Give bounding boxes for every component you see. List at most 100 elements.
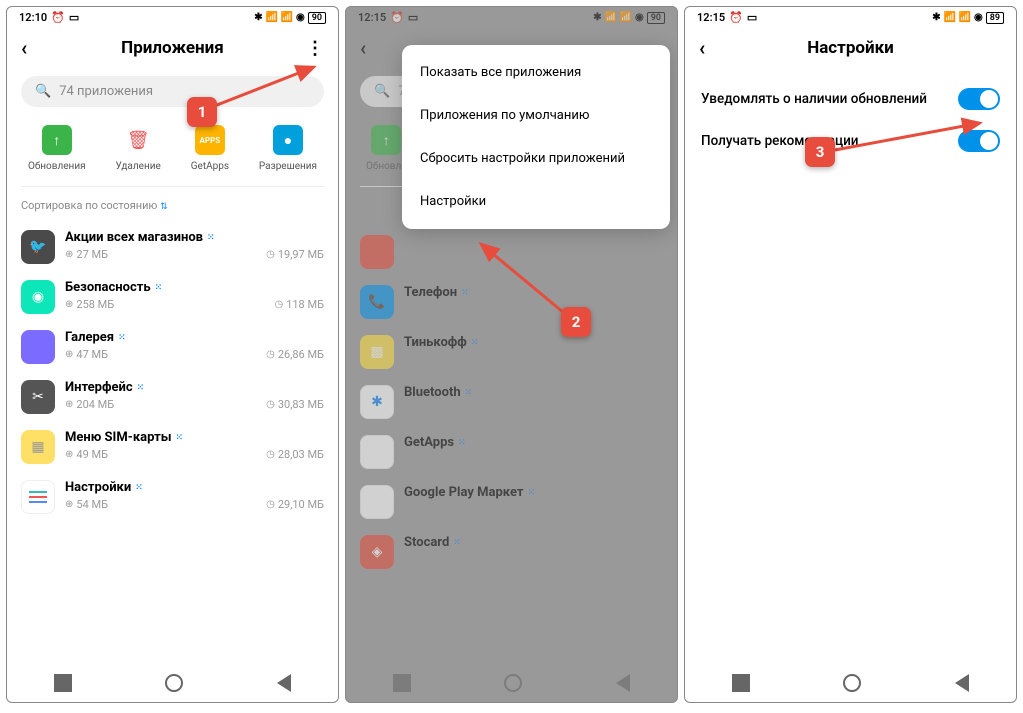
clock-icon: ◷: [605, 504, 614, 515]
status-time: 12:15: [697, 11, 725, 24]
back-button[interactable]: ‹: [21, 36, 49, 60]
app-icon: ▦: [21, 430, 55, 464]
clock-icon: ◷: [266, 349, 275, 360]
app-icon: ◈: [360, 435, 394, 469]
clock-icon: ◷: [613, 554, 622, 565]
popup-menu: Показать все приложения Приложения по ум…: [402, 45, 670, 229]
app-row[interactable]: ▶ Google Play Маркет⁙ ⊕96 МБ◷97,09 МБ: [360, 477, 663, 527]
app-list: 📞 Телефон⁙ ⊕39 МБ◷08 МБ ▩ Тинькофф⁙ ⊕109…: [346, 227, 677, 577]
sort-button[interactable]: Сортировка по состоянию ⇅: [7, 197, 338, 222]
toggle-recommendations[interactable]: [958, 130, 1000, 152]
window-icon: ▭: [408, 11, 418, 24]
search-input[interactable]: 🔍 74 приложения: [21, 76, 324, 107]
nav-back[interactable]: [955, 674, 969, 692]
app-row[interactable]: ▦ Меню SIM-карты⁙ ⊕49 МБ◷28,03 МБ: [21, 422, 324, 472]
alarm-icon: ⏰: [51, 11, 65, 24]
battery-indicator: 90: [308, 12, 326, 24]
memory-icon: ⊕: [65, 299, 73, 310]
bluetooth-icon: ✱: [932, 12, 940, 23]
app-row[interactable]: ✂ Интерфейс⁙ ⊕204 МБ◷30,83 МБ: [21, 372, 324, 422]
app-row[interactable]: ✱ Bluetooth⁙ ⊕18 МБ◷28,32 МБ: [360, 377, 663, 427]
memory-icon: ⊕: [404, 404, 412, 415]
popup-reset-prefs[interactable]: Сбросить настройки приложений: [402, 137, 670, 180]
toggle-notify-updates[interactable]: [958, 88, 1000, 110]
app-row[interactable]: 📞 Телефон⁙ ⊕39 МБ◷08 МБ: [360, 277, 663, 327]
action-delete[interactable]: 🗑 Удаление: [116, 125, 161, 172]
popup-show-all[interactable]: Показать все приложения: [402, 51, 670, 94]
loading-icon: ⁙: [528, 488, 536, 498]
loading-icon: ⁙: [176, 433, 184, 443]
nav-home[interactable]: [165, 674, 183, 692]
app-icon: 🐦: [21, 230, 55, 264]
memory-icon: ⊕: [65, 249, 73, 260]
app-row[interactable]: Галерея⁙ ⊕47 МБ◷26,86 МБ: [21, 322, 324, 372]
battery-indicator: 89: [986, 12, 1004, 24]
alarm-icon: ⏰: [390, 11, 404, 24]
memory-icon: ⊕: [65, 499, 73, 510]
app-icon: [21, 330, 55, 364]
page-title: Настройки: [727, 38, 974, 58]
app-icon: [360, 235, 394, 269]
update-icon: ↑: [42, 125, 72, 155]
action-row: ↑ Обновления 🗑 Удаление APPS GetApps ● Р…: [7, 117, 338, 186]
back-button[interactable]: ‹: [360, 36, 388, 60]
permissions-icon: ●: [273, 125, 303, 155]
memory-icon: ⊕: [65, 399, 73, 410]
popup-settings[interactable]: Настройки: [402, 180, 670, 223]
window-icon: ▭: [69, 11, 79, 24]
screen-2-popup: 12:15 ⏰ ▭ ✱ 📶 📶 ◉ 90 ‹ 🔍 74 пр ↑ Обновле: [345, 6, 678, 703]
nav-recent[interactable]: [54, 674, 72, 692]
app-row[interactable]: ◈ GetApps⁙ ⊕107 МБ◷184 МБ: [360, 427, 663, 477]
alarm-icon: ⏰: [729, 11, 743, 24]
back-button[interactable]: ‹: [699, 36, 727, 60]
settings-list: Уведомлять о наличии обновлений Получать…: [685, 66, 1016, 174]
loading-icon: ⁙: [471, 338, 479, 348]
loading-icon: ⁙: [135, 483, 143, 493]
status-time: 12:15: [358, 11, 386, 24]
sort-arrows-icon: ⇅: [160, 202, 168, 212]
app-icon: ▩: [360, 335, 394, 369]
memory-icon: ⊕: [65, 449, 73, 460]
app-row[interactable]: ▩ Тинькофф⁙ ⊕109 МБ◷180 МБ: [360, 327, 663, 377]
app-row[interactable]: Настройки⁙ ⊕54 МБ◷29,10 МБ: [21, 472, 324, 522]
action-updates[interactable]: ↑ Обновления: [28, 125, 86, 172]
app-icon: ◈: [360, 535, 394, 569]
wifi-icon: ◉: [635, 12, 644, 23]
action-permissions[interactable]: ● Разрешения: [259, 125, 317, 172]
app-icon: ✱: [360, 385, 394, 419]
search-icon: 🔍: [374, 84, 390, 99]
wifi-icon: ◉: [974, 12, 983, 23]
delete-icon: 🗑: [123, 125, 153, 155]
getapps-icon: APPS: [195, 125, 225, 155]
clock-icon: ◷: [620, 304, 629, 315]
action-getapps[interactable]: APPS GetApps: [191, 125, 229, 172]
clock-icon: ◷: [266, 399, 275, 410]
status-time: 12:10: [19, 11, 47, 24]
action-updates[interactable]: ↑ Обновле: [366, 125, 407, 172]
nav-recent[interactable]: [393, 674, 411, 692]
screen-3-settings: 12:15 ⏰ ▭ ✱ 📶 📶 ◉ 89 ‹ Настройки Уведомл…: [684, 6, 1017, 703]
popup-default-apps[interactable]: Приложения по умолчанию: [402, 94, 670, 137]
memory-icon: ⊕: [404, 354, 412, 365]
app-row[interactable]: [360, 227, 663, 277]
clock-icon: ◷: [605, 404, 614, 415]
app-row[interactable]: ◉ Безопасность⁙ ⊕258 МБ◷118 МБ: [21, 272, 324, 322]
app-row[interactable]: ◈ Stocard⁙ ⊕53 МБ◷100 МБ: [360, 527, 663, 577]
app-row[interactable]: 🐦 Акции всех магазинов⁙ ⊕27 МБ◷19,97 МБ: [21, 222, 324, 272]
update-icon: ↑: [371, 125, 401, 155]
signal-icon: 📶 📶: [266, 12, 293, 23]
nav-bar: [346, 664, 677, 702]
nav-home[interactable]: [504, 674, 522, 692]
app-icon: ▶: [360, 485, 394, 519]
more-button[interactable]: ⋮: [306, 38, 324, 59]
header: ‹ Приложения ⋮: [7, 28, 338, 66]
status-bar: 12:15 ⏰ ▭ ✱ 📶 📶 ◉ 89: [685, 7, 1016, 28]
nav-home[interactable]: [843, 674, 861, 692]
clock-icon: ◷: [274, 299, 283, 310]
setting-notify-updates: Уведомлять о наличии обновлений: [701, 78, 1000, 120]
nav-back[interactable]: [277, 674, 291, 692]
setting-recommendations: Получать рекомендации: [701, 120, 1000, 162]
clock-icon: ◷: [613, 454, 622, 465]
nav-recent[interactable]: [732, 674, 750, 692]
nav-back[interactable]: [616, 674, 630, 692]
